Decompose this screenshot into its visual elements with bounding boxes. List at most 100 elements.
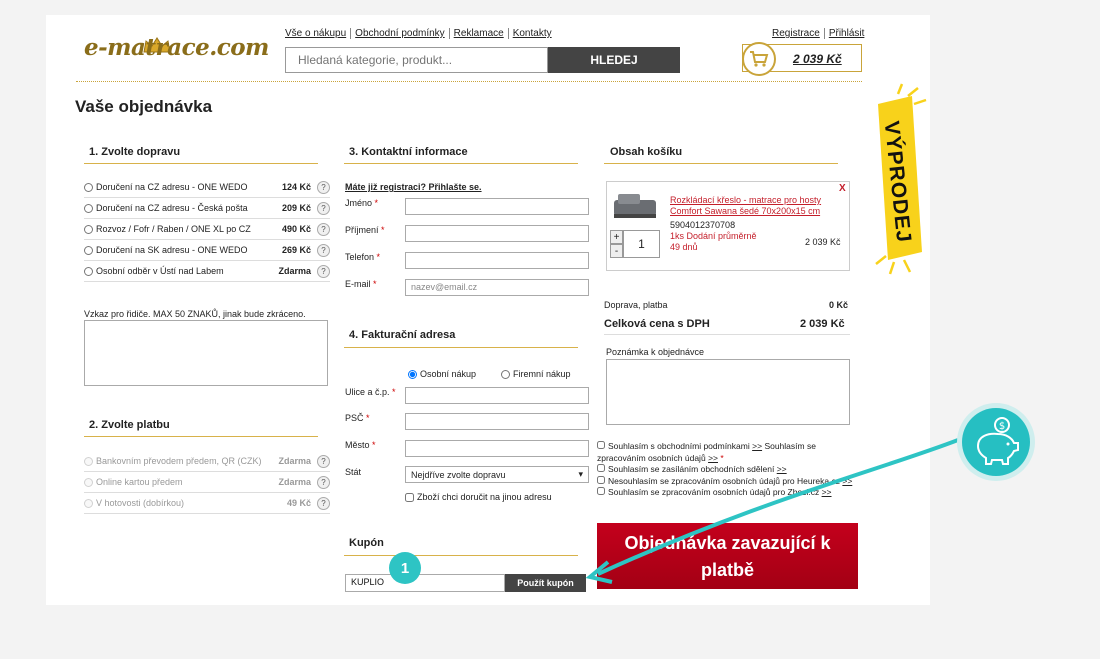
qty-input[interactable]: 1 [623,230,660,258]
annotation-badge: 1 [389,552,421,584]
billing-heading: 4. Fakturační adresa [349,329,456,341]
nav-link-about[interactable]: Vše o nákupu [285,28,352,39]
logo[interactable]: e-matrace.com [84,34,269,61]
contact-underline [344,163,578,164]
shipping-summary-label: Doprava, platba [604,300,668,310]
nav-link-terms[interactable]: Obchodní podmínky [351,28,450,39]
payment-radio[interactable] [84,498,93,508]
shipping-option-label: Osobní odběr v Ústí nad Labem [96,266,224,276]
total-label: Celková cena s DPH [604,318,710,330]
city-input[interactable] [405,440,589,457]
payment-radio[interactable] [84,456,93,466]
consent-link[interactable]: >> [777,464,787,474]
last-name-input[interactable] [405,225,589,242]
payment-option-price: Zdarma [278,456,311,466]
shipping-option[interactable]: Doručení na CZ adresu - ONE WEDO 124 Kč? [84,177,330,198]
consent-link[interactable]: >> [822,487,832,497]
country-select[interactable]: Nejdříve zvolte dopravu ▾ [405,466,589,483]
payment-option[interactable]: Bankovním převodem předem, QR (CZK) Zdarm… [84,451,330,472]
consent-item: Nesouhlasím se zpracováním osobních údaj… [597,475,859,488]
consent-link[interactable]: >> [752,441,762,451]
other-address-option[interactable]: Zboží chci doručit na jinou adresu [405,492,552,502]
header-divider [76,81,862,82]
email-label: E-mail * [345,279,377,289]
order-note-textarea[interactable] [606,359,850,425]
help-icon[interactable]: ? [317,264,330,278]
shipping-option-price: 209 Kč [281,203,311,213]
shipping-option-price: 269 Kč [281,245,311,255]
street-label: Ulice a č.p. * [345,387,396,397]
consent-checkbox[interactable] [597,464,605,472]
shipping-option-label: Doručení na SK adresu - ONE WEDO [96,245,248,255]
submit-order-button[interactable]: Objednávka zavazující k platbě [597,523,858,589]
shipping-option[interactable]: Osobní odběr v Ústí nad Labem Zdarma? [84,261,330,282]
piggy-bank-icon: $ [962,408,1030,476]
help-icon[interactable]: ? [317,496,330,510]
payment-heading: 2. Zvolte platbu [89,419,170,431]
other-address-checkbox[interactable] [405,492,414,502]
cart-total[interactable]: 2 039 Kč [793,52,842,66]
qty-decrease-button[interactable]: - [610,244,623,258]
qty-increase-button[interactable]: + [610,230,623,244]
help-icon[interactable]: ? [317,475,330,489]
coupon-heading: Kupón [349,537,384,549]
apply-coupon-button[interactable]: Použít kupón [505,574,586,592]
shipping-option[interactable]: Doručení na CZ adresu - Česká pošta 209 K… [84,198,330,219]
phone-input[interactable] [405,252,589,269]
search-input[interactable] [285,47,548,73]
user-nav: Registrace Přihlásit [768,28,868,39]
cart-icon[interactable] [742,42,776,76]
consent-checkbox[interactable] [597,441,605,449]
shipping-radio[interactable] [84,203,93,213]
driver-note-textarea[interactable] [84,320,328,386]
shipping-summary-value: 0 Kč [829,300,849,310]
cart-underline [604,163,838,164]
search-button[interactable]: HLEDEJ [548,47,680,73]
last-name-label: Příjmení * [345,225,385,235]
login-prompt-link[interactable]: Máte již registraci? Přihlašte se. [345,182,482,192]
consent-link[interactable]: >> [708,453,718,463]
shipping-radio[interactable] [84,224,93,234]
street-input[interactable] [405,387,589,404]
driver-note-label: Vzkaz pro řidiče. MAX 50 ZNAKŮ, jinak bu… [84,309,306,319]
shipping-option[interactable]: Rozvoz / Fofr / Raben / ONE XL po CZ 490 … [84,219,330,240]
shipping-option-price: 490 Kč [281,224,311,234]
cart-heading: Obsah košíku [610,146,683,158]
nav-link-complaints[interactable]: Reklamace [450,28,509,39]
nav-link-contacts[interactable]: Kontakty [509,28,556,39]
personal-purchase-radio[interactable] [408,369,417,379]
shipping-option-price: Zdarma [278,266,311,276]
payment-option[interactable]: V hotovosti (dobírkou) 49 Kč? [84,493,330,514]
help-icon[interactable]: ? [317,201,330,215]
consent-checkbox[interactable] [597,487,605,495]
zip-input[interactable] [405,413,589,430]
consent-link[interactable]: >> [842,476,852,486]
help-icon[interactable]: ? [317,454,330,468]
svg-text:$: $ [999,421,1005,432]
login-link[interactable]: Přihlásit [825,28,869,39]
shipping-option[interactable]: Doručení na SK adresu - ONE WEDO 269 Kč? [84,240,330,261]
payment-option[interactable]: Online kartou předem Zdarma? [84,472,330,493]
consent-checkbox[interactable] [597,475,605,484]
coupon-input[interactable]: KUPLIO [345,574,505,592]
shipping-radio[interactable] [84,182,93,192]
company-purchase-radio[interactable] [501,369,510,379]
company-purchase-option[interactable]: Firemní nákup [501,369,571,379]
remove-item-icon[interactable]: X [839,183,846,194]
payment-radio[interactable] [84,477,93,487]
country-label: Stát [345,467,362,477]
consent-item: Souhlasím se zpracováním osobních údajů … [597,487,859,499]
help-icon[interactable]: ? [317,222,330,236]
payment-option-label: Bankovním převodem předem, QR (CZK) [96,456,262,466]
shipping-radio[interactable] [84,245,93,255]
shipping-radio[interactable] [84,266,93,276]
help-icon[interactable]: ? [317,180,330,194]
help-icon[interactable]: ? [317,243,330,257]
register-link[interactable]: Registrace [768,28,825,39]
product-image[interactable] [612,190,658,224]
email-input[interactable]: nazev@email.cz [405,279,589,296]
first-name-input[interactable] [405,198,589,215]
cart-item-name[interactable]: Rozkládací křeslo - matrace pro hosty Co… [670,195,842,217]
personal-purchase-option[interactable]: Osobní nákup [408,369,476,379]
order-note-label: Poznámka k objednávce [606,347,705,357]
